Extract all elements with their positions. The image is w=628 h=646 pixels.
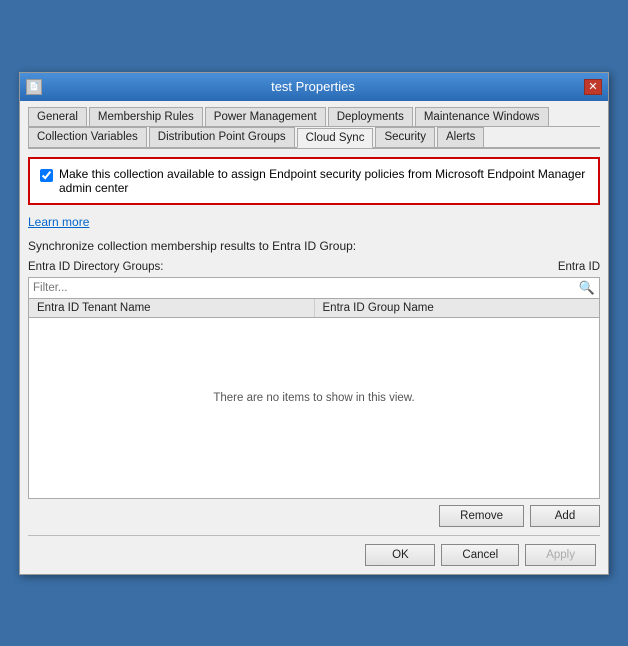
search-icon[interactable]: 🔍 xyxy=(579,280,595,296)
tab-alerts[interactable]: Alerts xyxy=(437,127,484,147)
tab-row-2: Collection Variables Distribution Point … xyxy=(28,127,600,149)
window-content: General Membership Rules Power Managemen… xyxy=(20,101,608,574)
learn-more-link[interactable]: Learn more xyxy=(28,215,600,229)
col-tenant-name: Entra ID Tenant Name xyxy=(29,299,315,317)
apply-button[interactable]: Apply xyxy=(525,544,596,566)
add-button[interactable]: Add xyxy=(530,505,600,527)
tab-deployments[interactable]: Deployments xyxy=(328,107,413,126)
directory-label-row: Entra ID Directory Groups: Entra ID xyxy=(28,261,600,273)
close-button[interactable]: ✕ xyxy=(584,79,602,95)
tab-security[interactable]: Security xyxy=(375,127,435,147)
table-header: Entra ID Tenant Name Entra ID Group Name xyxy=(29,299,599,318)
cancel-button[interactable]: Cancel xyxy=(441,544,519,566)
endpoint-security-checkbox[interactable] xyxy=(40,169,53,182)
titlebar: 📄 test Properties ✕ xyxy=(20,73,608,101)
ok-button[interactable]: OK xyxy=(365,544,435,566)
tab-power-management[interactable]: Power Management xyxy=(205,107,326,126)
filter-row: 🔍 xyxy=(28,277,600,299)
window-title: test Properties xyxy=(42,79,584,94)
window-icon: 📄 xyxy=(26,79,42,95)
directory-groups-label: Entra ID Directory Groups: xyxy=(28,261,163,273)
tab-membership-rules[interactable]: Membership Rules xyxy=(89,107,203,126)
bottom-buttons: OK Cancel Apply xyxy=(28,544,600,566)
tab-collection-variables[interactable]: Collection Variables xyxy=(28,127,147,147)
col-group-name: Entra ID Group Name xyxy=(315,299,600,317)
properties-window: 📄 test Properties ✕ General Membership R… xyxy=(19,72,609,575)
tab-general[interactable]: General xyxy=(28,107,87,126)
endpoint-security-label: Make this collection available to assign… xyxy=(59,167,588,195)
directory-table: Entra ID Tenant Name Entra ID Group Name… xyxy=(28,299,600,499)
tab-distribution-point-groups[interactable]: Distribution Point Groups xyxy=(149,127,295,147)
tab-cloud-sync[interactable]: Cloud Sync xyxy=(297,128,374,148)
filter-input[interactable] xyxy=(33,282,579,294)
tab-row-1: General Membership Rules Power Managemen… xyxy=(28,107,600,127)
separator xyxy=(28,535,600,536)
remove-button[interactable]: Remove xyxy=(439,505,524,527)
endpoint-security-section: Make this collection available to assign… xyxy=(28,157,600,205)
entra-id-column-label: Entra ID xyxy=(558,261,600,273)
table-empty-message: There are no items to show in this view. xyxy=(29,318,599,478)
tab-maintenance-windows[interactable]: Maintenance Windows xyxy=(415,107,549,126)
sync-label: Synchronize collection membership result… xyxy=(28,239,600,253)
action-buttons: Remove Add xyxy=(28,505,600,527)
